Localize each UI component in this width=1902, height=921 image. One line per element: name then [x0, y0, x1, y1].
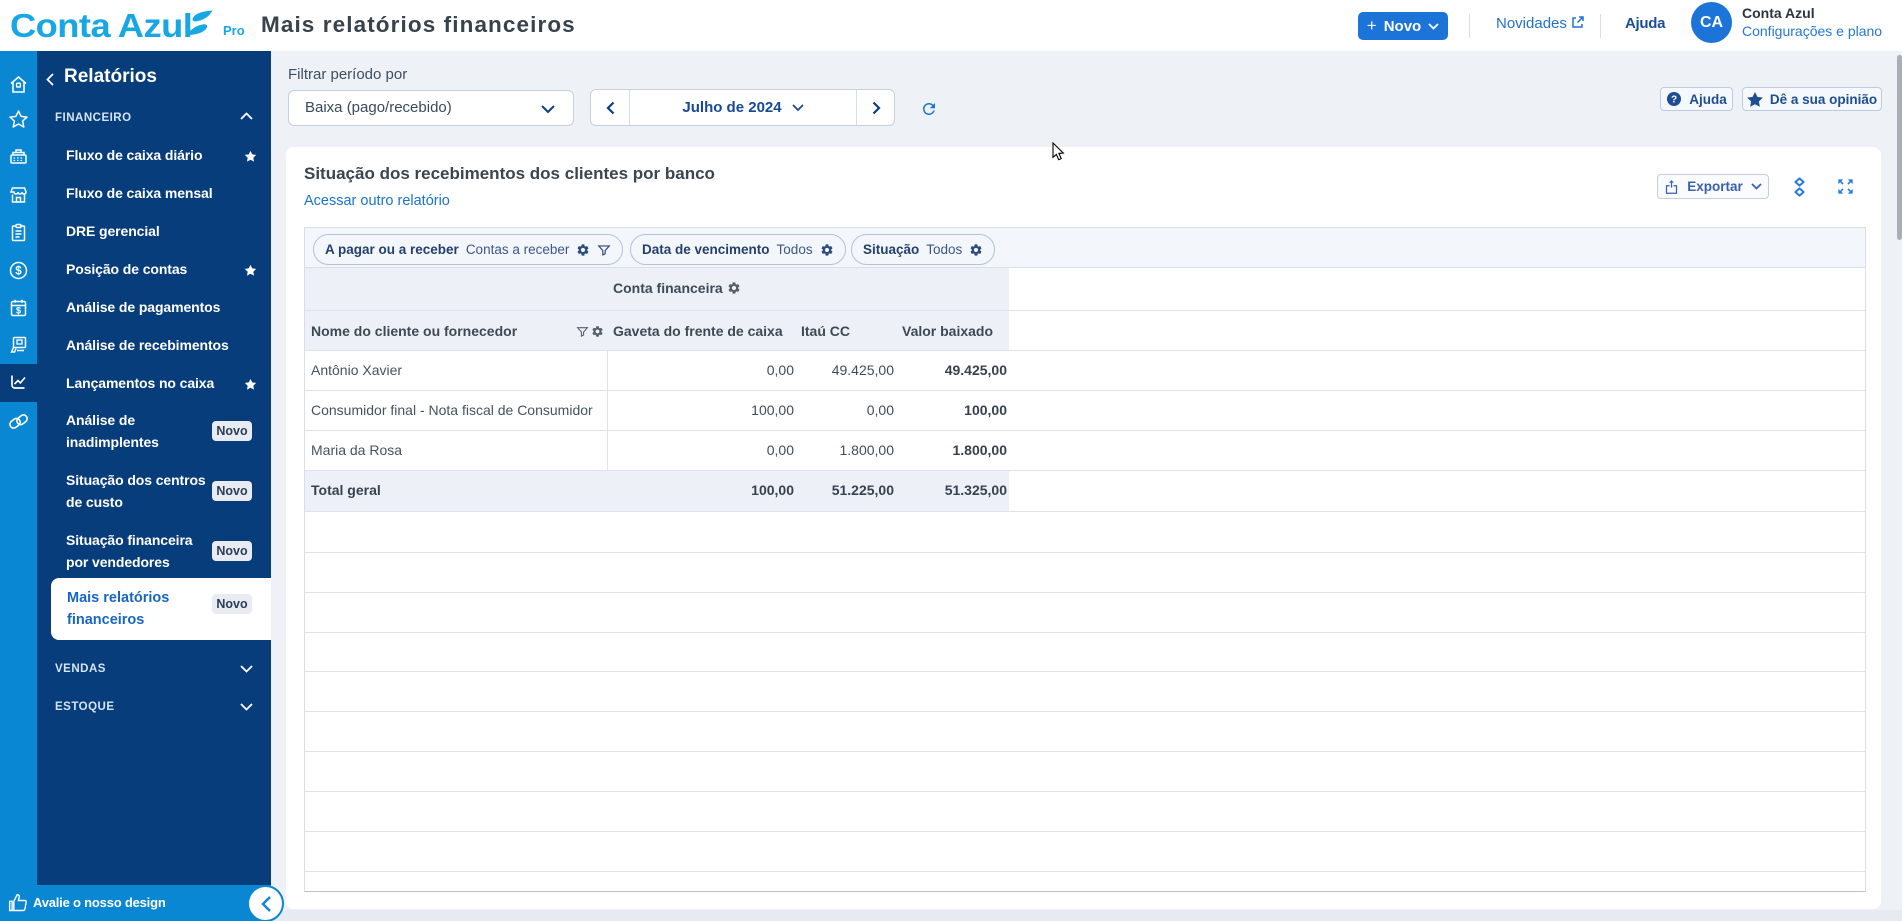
svg-text:$: $: [16, 305, 21, 315]
svg-text:$: $: [15, 266, 22, 278]
svg-text:?: ?: [1671, 95, 1677, 106]
